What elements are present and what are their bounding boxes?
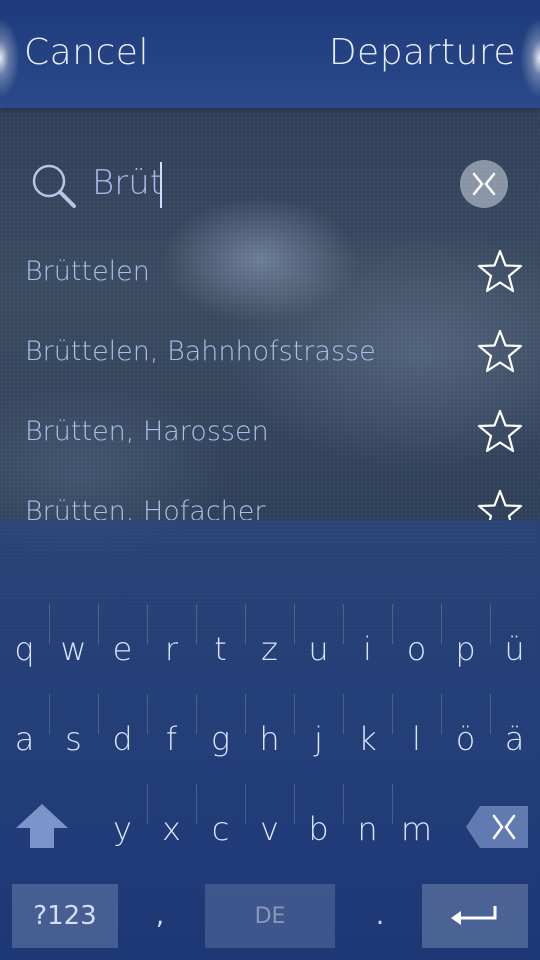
key-f[interactable]: f (147, 694, 196, 784)
results-list: Brüttelen Brüttelen, Bahnhofstrasse Brüt… (0, 232, 540, 520)
key-separator (342, 604, 344, 644)
key-separator (244, 604, 246, 644)
key-ä[interactable]: ä (490, 694, 539, 784)
key-separator (146, 604, 148, 644)
key-separator (342, 694, 344, 734)
key-separator (489, 604, 491, 644)
key-e[interactable]: e (98, 604, 147, 694)
clear-icon (472, 172, 496, 196)
result-label: Brüttelen, Bahnhofstrasse (25, 336, 376, 367)
keyboard-row-2: asdfghjklöä (0, 694, 540, 784)
key-separator (97, 604, 99, 644)
page-header: Cancel Departure (0, 0, 540, 108)
shift-icon[interactable] (14, 800, 70, 852)
key-w[interactable]: w (49, 604, 98, 694)
key-ö[interactable]: ö (441, 694, 490, 784)
key-m[interactable]: m (392, 784, 441, 874)
list-item[interactable]: Brütten, Hofacher (0, 472, 540, 520)
key-l[interactable]: l (392, 694, 441, 784)
key-separator (293, 694, 295, 734)
enter-icon (451, 906, 497, 925)
key-separator (244, 694, 246, 734)
key-y[interactable]: y (98, 784, 147, 874)
star-icon[interactable] (476, 248, 524, 296)
key-o[interactable]: o (392, 604, 441, 694)
key-c[interactable]: c (196, 784, 245, 874)
key-i[interactable]: i (343, 604, 392, 694)
key-separator (391, 604, 393, 644)
key-s[interactable]: s (49, 694, 98, 784)
comma-key[interactable]: , (140, 884, 180, 948)
backspace-icon[interactable] (466, 806, 528, 848)
keyboard-row-3: yxcvbnm (0, 784, 540, 874)
key-ü[interactable]: ü (490, 604, 539, 694)
period-key[interactable]: . (360, 884, 400, 948)
search-icon (32, 164, 76, 208)
list-item[interactable]: Brüttelen (0, 232, 540, 312)
list-item[interactable]: Brütten, Harossen (0, 392, 540, 472)
key-separator (146, 694, 148, 734)
clear-search-button[interactable] (460, 160, 508, 208)
key-h[interactable]: h (245, 694, 294, 784)
key-a[interactable]: a (0, 694, 49, 784)
result-label: Brütten, Harossen (25, 416, 269, 447)
left-edge-glow (0, 18, 20, 98)
star-icon[interactable] (476, 328, 524, 376)
key-separator (440, 604, 442, 644)
cancel-button[interactable]: Cancel (24, 32, 149, 73)
language-space-key[interactable]: DE (205, 884, 335, 948)
key-separator (391, 784, 393, 824)
key-g[interactable]: g (196, 694, 245, 784)
key-b[interactable]: b (294, 784, 343, 874)
key-v[interactable]: v (245, 784, 294, 874)
key-separator (293, 784, 295, 824)
right-edge-glow (520, 18, 540, 98)
key-d[interactable]: d (98, 694, 147, 784)
key-separator (146, 784, 148, 824)
star-icon[interactable] (476, 488, 524, 520)
result-label: Brütten, Hofacher (25, 496, 266, 520)
key-separator (195, 694, 197, 734)
key-separator (97, 694, 99, 734)
key-separator (342, 784, 344, 824)
list-item[interactable]: Brüttelen, Bahnhofstrasse (0, 312, 540, 392)
key-separator (391, 694, 393, 734)
key-separator (48, 604, 50, 644)
star-icon[interactable] (476, 408, 524, 456)
keyboard-row-1: qwertzuiopü (0, 604, 540, 694)
key-n[interactable]: n (343, 784, 392, 874)
key-q[interactable]: q (0, 604, 49, 694)
key-separator (244, 784, 246, 824)
key-p[interactable]: p (441, 604, 490, 694)
search-input[interactable] (92, 158, 442, 208)
key-j[interactable]: j (294, 694, 343, 784)
key-separator (440, 694, 442, 734)
search-row (0, 140, 540, 230)
key-u[interactable]: u (294, 604, 343, 694)
key-z[interactable]: z (245, 604, 294, 694)
key-k[interactable]: k (343, 694, 392, 784)
key-separator (48, 694, 50, 734)
page-title: Departure (328, 32, 516, 73)
key-separator (195, 784, 197, 824)
key-separator (195, 604, 197, 644)
text-caret (160, 162, 162, 208)
result-label: Brüttelen (25, 256, 150, 287)
symbols-key[interactable]: ?123 (12, 884, 118, 948)
key-separator (489, 694, 491, 734)
enter-key[interactable] (422, 884, 528, 948)
key-t[interactable]: t (196, 604, 245, 694)
key-x[interactable]: x (147, 784, 196, 874)
key-r[interactable]: r (147, 604, 196, 694)
key-separator (293, 604, 295, 644)
